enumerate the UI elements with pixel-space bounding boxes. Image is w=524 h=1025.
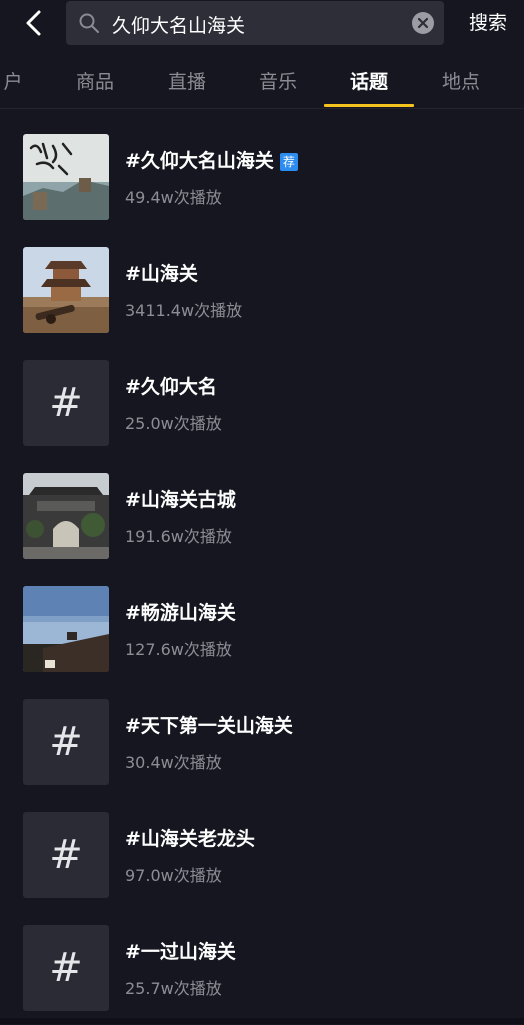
topic-title: #山海关 [125,263,198,285]
search-button[interactable]: 搜索 [458,9,518,37]
search-box[interactable] [66,1,444,45]
tab-products[interactable]: 商品 [50,58,140,106]
topic-thumbnail: # [23,699,109,785]
topic-play-count: 25.7w次播放 [125,979,222,998]
topic-row[interactable]: # #山海关老龙头 97.0w次播放 [0,800,524,912]
topic-play-count: 30.4w次播放 [125,753,222,772]
topic-row[interactable]: #山海关 3411.4w次播放 [0,235,524,347]
topic-thumbnail [23,134,109,220]
topic-row[interactable]: # #一过山海关 25.7w次播放 [0,913,524,1025]
tab-live[interactable]: 直播 [142,58,232,106]
topic-row[interactable]: # #天下第一关山海关 30.4w次播放 [0,687,524,799]
topic-title: #畅游山海关 [125,602,236,624]
topic-title: #久仰大名 [125,376,217,398]
recommended-badge: 荐 [279,152,298,171]
hashtag-icon: # [49,945,83,991]
topic-thumbnail [23,247,109,333]
seaside-dusk-image [23,586,109,672]
topic-title: #山海关老龙头 [125,828,255,850]
topic-title: #一过山海关 [125,941,236,963]
topic-title: #山海关古城 [125,489,236,511]
topic-play-count: 191.6w次播放 [125,527,232,546]
hashtag-icon: # [49,380,83,426]
topic-row[interactable]: # #久仰大名 25.0w次播放 [0,348,524,460]
topic-thumbnail [23,586,109,672]
topic-play-count: 3411.4w次播放 [125,301,243,320]
hashtag-icon: # [49,832,83,878]
topic-row[interactable]: #畅游山海关 127.6w次播放 [0,574,524,686]
topic-play-count: 25.0w次播放 [125,414,222,433]
topic-thumbnail: # [23,925,109,1011]
bottom-edge [0,1018,524,1024]
category-tabs: 户 商品 直播 音乐 话题 地点 [0,58,524,109]
search-input[interactable] [110,7,404,41]
topic-title: #天下第一关山海关 [125,715,293,737]
back-button[interactable] [18,6,52,40]
calligraphy-great-wall-image [23,134,109,220]
ancient-gate-image [23,473,109,559]
topic-play-count: 127.6w次播放 [125,640,232,659]
tab-topics[interactable]: 话题 [324,58,414,106]
topic-row[interactable]: #山海关古城 191.6w次播放 [0,461,524,573]
topic-row[interactable]: #久仰大名山海关荐 49.4w次播放 [0,122,524,234]
clear-search-button[interactable] [412,12,434,34]
topic-title: #久仰大名山海关荐 [125,146,298,173]
chevron-left-icon [26,10,41,36]
top-bar: 搜索 [0,0,524,50]
topic-play-count: 49.4w次播放 [125,188,222,207]
search-icon [79,13,99,33]
active-tab-indicator [324,104,414,107]
tab-places[interactable]: 地点 [416,58,506,106]
topic-play-count: 97.0w次播放 [125,866,222,885]
tower-cannon-image [23,247,109,333]
topic-thumbnail: # [23,360,109,446]
topic-thumbnail: # [23,812,109,898]
topic-thumbnail [23,473,109,559]
tab-music[interactable]: 音乐 [233,58,323,106]
clear-icon [417,17,429,29]
hashtag-icon: # [49,719,83,765]
